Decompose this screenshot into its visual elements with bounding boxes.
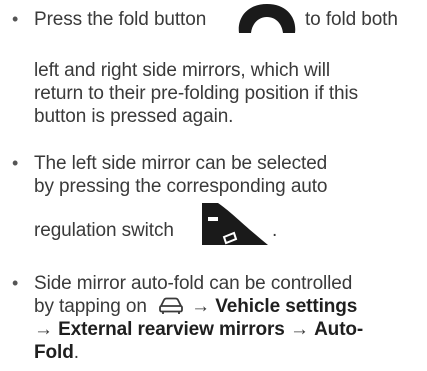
- text-line: → External rearview mirrors → Auto-: [34, 318, 363, 341]
- text-line: by pressing the corresponding auto: [34, 176, 328, 197]
- arrow-glyph: →: [289, 319, 309, 340]
- arrow-glyph: →: [34, 319, 53, 340]
- text-line: .: [272, 220, 278, 241]
- text-line: Press the fold button: [34, 9, 207, 30]
- text-line: to fold both: [305, 9, 398, 30]
- text-line: regulation switch: [34, 220, 174, 241]
- text-fragment: .: [73, 342, 79, 363]
- text-line: The left side mirror can be selected: [34, 153, 328, 174]
- menu-path-auto-fold: Fold: [34, 342, 74, 363]
- instruction-document: • Press the fold button to fold both lef…: [0, 0, 427, 371]
- arrow-glyph: →: [191, 296, 211, 317]
- menu-path-vehicle-settings: Vehicle settings: [215, 296, 358, 317]
- bullet-marker: •: [12, 9, 19, 29]
- menu-path-auto-fold: Auto-: [314, 319, 364, 340]
- menu-path-external-mirrors: External rearview mirrors: [58, 319, 285, 340]
- text-line: button is pressed again.: [34, 106, 234, 127]
- mirror-fold-button-icon: [235, 0, 300, 39]
- bullet-marker: •: [12, 273, 19, 293]
- text-line: Side mirror auto-fold can be controlled: [34, 273, 353, 294]
- text-line: left and right side mirrors, which will: [34, 60, 330, 81]
- bullet-marker: •: [12, 153, 19, 173]
- text-fragment: by tapping on: [34, 296, 147, 317]
- text-line: return to their pre-folding position if …: [34, 83, 359, 104]
- mirror-selector-switch-icon: [200, 201, 270, 252]
- text-line: Fold.: [34, 341, 79, 364]
